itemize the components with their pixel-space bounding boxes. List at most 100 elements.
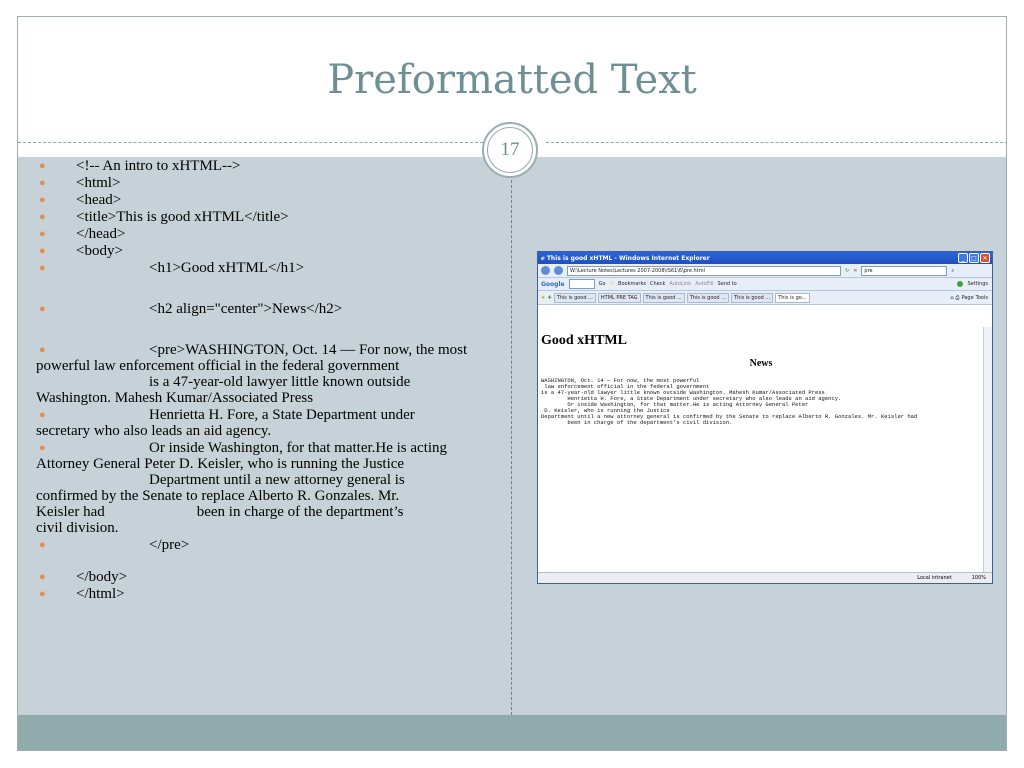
google-search-field[interactable]: [568, 279, 595, 289]
page-menu[interactable]: Page: [962, 295, 974, 301]
bullet-dot-icon: ●: [39, 539, 46, 551]
slide-title: Preformatted Text: [327, 57, 697, 103]
title-rule-right: [546, 142, 1006, 143]
bullet-dot-icon: ●: [39, 194, 46, 206]
bullet-dot-icon: ●: [39, 442, 46, 454]
code-bullet-list: ● <!-- An intro to xHTML--> ● <html> ● <…: [36, 158, 501, 602]
browser-title-bar: ℯ This is good xHTML - Windows Internet …: [538, 252, 992, 264]
bullet-text-line: is a 47-year-old lawyer little known out…: [149, 374, 411, 390]
bullet-item: ● <title>This is good xHTML</title>: [36, 209, 501, 225]
favorites-star-icon[interactable]: ★: [541, 295, 545, 301]
bullet-text-line: Department until a new attorney general …: [149, 472, 405, 488]
bullet-dot-icon: ●: [39, 160, 46, 172]
bullet-text-line: been in charge of the department’s: [196, 504, 404, 520]
address-field[interactable]: W:\Lecture Notes\Lectures 2007-2008\IS61…: [567, 265, 841, 276]
bullet-text-line: confirmed by the Senate to replace Alber…: [36, 488, 400, 504]
bullet-text: </html>: [76, 586, 125, 602]
browser-tab[interactable]: This is good ...: [553, 292, 596, 303]
bullet-item: ● </head>: [36, 226, 501, 242]
bullet-item: ● <body>: [36, 243, 501, 259]
bullet-item: ● </html>: [36, 586, 501, 602]
star-icon[interactable]: ☆: [610, 281, 614, 287]
address-bar-row: W:\Lecture Notes\Lectures 2007-2008\IS61…: [538, 264, 992, 278]
bullet-text: <head>: [76, 192, 122, 208]
bullet-item: ● Henrietta H. Fore, a State Department …: [36, 407, 501, 439]
bullet-text-line: Attorney General Peter D. Keisler, who i…: [36, 456, 405, 472]
bullet-dot-icon: ●: [39, 262, 46, 274]
browser-tab[interactable]: This is good ...: [686, 292, 729, 303]
tab-bar: ★ ✚ This is good ... HTML PRE TAG This i…: [538, 291, 992, 305]
window-controls: _ □ ✕: [958, 253, 990, 263]
bullet-text-line: civil division.: [36, 520, 119, 536]
zoom-level[interactable]: 100%: [972, 575, 986, 581]
settings-button[interactable]: Settings: [967, 281, 988, 287]
bullet-item: ● <head>: [36, 192, 501, 208]
tools-menu[interactable]: Tools: [976, 295, 988, 301]
bullet-item: ● </pre>: [36, 537, 501, 553]
bullet-text: Or inside Washington, for that matter.He…: [149, 440, 448, 456]
footer-bar: [18, 715, 1006, 750]
forward-icon[interactable]: [554, 266, 563, 275]
bullet-item: ● <html>: [36, 175, 501, 191]
bullet-text-line: powerful law enforcement official in the…: [36, 358, 400, 374]
close-icon[interactable]: ✕: [980, 253, 990, 263]
bullet-text: <body>: [76, 243, 123, 259]
browser-status-bar: Local intranet 100%: [538, 572, 992, 583]
bullet-dot-icon: ●: [39, 344, 46, 356]
google-toolbar: Google Go ☆ Bookmarks Check AutoLink Aut…: [538, 278, 992, 291]
settings-icon: [957, 281, 964, 287]
bullet-dot-icon: ●: [39, 409, 46, 421]
bullet-text: <h1>Good xHTML</h1>: [149, 260, 305, 276]
print-icon[interactable]: ⎙: [956, 295, 960, 301]
title-rule-left: [18, 142, 483, 143]
check-button[interactable]: Check: [650, 281, 665, 287]
minimize-icon[interactable]: _: [958, 253, 968, 263]
browser-page-content: Good xHTML News WASHINGTON, Oct. 14 — Fo…: [538, 327, 984, 573]
autolink-button[interactable]: AutoLink: [669, 281, 691, 287]
zone-label: Local intranet: [917, 575, 952, 581]
bullet-dot-icon: ●: [39, 571, 46, 583]
bullet-item: ● <!-- An intro to xHTML-->: [36, 158, 501, 174]
browser-screenshot: ℯ This is good xHTML - Windows Internet …: [537, 251, 993, 584]
browser-scrollbar[interactable]: [983, 327, 992, 573]
refresh-icon[interactable]: ↻: [845, 268, 849, 274]
bullet-item: ● <pre>WASHINGTON, Oct. 14 — For now, th…: [36, 342, 501, 406]
browser-tab[interactable]: This is good ...: [730, 292, 774, 303]
bullet-item: ● </body>: [36, 569, 501, 585]
maximize-icon[interactable]: □: [969, 253, 979, 263]
browser-tab-active[interactable]: This is go...: [775, 292, 810, 303]
go-button[interactable]: Go: [599, 281, 606, 287]
page-number-badge: 17: [482, 122, 538, 178]
bullet-text: <!-- An intro to xHTML-->: [76, 158, 241, 174]
back-icon[interactable]: [541, 266, 550, 275]
browser-window-title: This is good xHTML - Windows Internet Ex…: [546, 254, 710, 262]
bullet-dot-icon: ●: [39, 588, 46, 600]
search-icon[interactable]: ⌕: [951, 268, 954, 274]
browser-tab[interactable]: This is good ...: [642, 292, 685, 303]
ie-logo-icon: ℯ: [541, 254, 545, 262]
bullet-dot-icon: ●: [39, 245, 46, 257]
page-subheading: News: [749, 358, 773, 369]
bullet-dot-icon: ●: [39, 211, 46, 223]
page-preformatted-text: WASHINGTON, Oct. 14 — For now, the most …: [541, 377, 918, 426]
column-divider: [511, 170, 512, 715]
bullet-dot-icon: ●: [39, 228, 46, 240]
bullet-text-line: Washington. Mahesh Kumar/Associated Pres…: [36, 390, 314, 406]
bookmarks-button[interactable]: Bookmarks: [618, 281, 646, 287]
bullet-dot-icon: ●: [39, 303, 46, 315]
page-heading: Good xHTML: [541, 333, 627, 348]
send-to-button[interactable]: Send to: [718, 281, 737, 287]
browser-tab[interactable]: HTML PRE TAG: [597, 292, 641, 303]
bullet-text: </head>: [76, 226, 126, 242]
home-icon[interactable]: ⌂: [950, 295, 953, 301]
search-field[interactable]: pre: [861, 265, 948, 276]
google-label[interactable]: Google: [541, 281, 565, 288]
bullet-dot-icon: ●: [39, 177, 46, 189]
stop-icon[interactable]: ✕: [853, 268, 857, 274]
slide: Preformatted Text 17 ● <!-- An intro to …: [17, 16, 1007, 751]
add-favorites-icon[interactable]: ✚: [547, 295, 551, 301]
bullet-text-line: Keisler had: [36, 504, 105, 520]
bullet-item: ● Or inside Washington, for that matter.…: [36, 440, 501, 536]
autofill-button[interactable]: AutoFill: [695, 281, 713, 287]
bullet-text: </pre>: [149, 537, 190, 553]
